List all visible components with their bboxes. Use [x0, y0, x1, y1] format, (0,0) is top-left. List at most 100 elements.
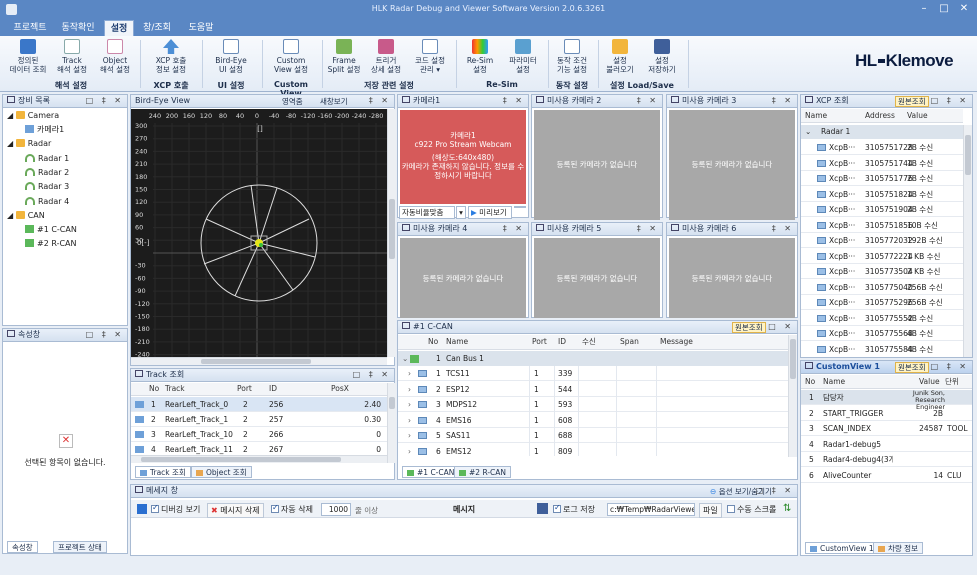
customview-row[interactable]: 5 Radar4-debug4(3개): [801, 452, 972, 468]
expand-chevron-icon[interactable]: ›: [408, 444, 411, 456]
panel-controls[interactable]: □ ‡ ✕: [756, 485, 794, 497]
xcp-row[interactable]: XcpB··· 3105751728 2B 수신: [801, 140, 963, 155]
camera-fit-mode-select[interactable]: 자동비율맞춤: [399, 206, 455, 219]
panel-controls[interactable]: ‡ ✕: [503, 223, 525, 235]
panel-controls[interactable]: ‡ ✕: [637, 223, 659, 235]
defined-data-button[interactable]: 정의된 데이터 조회: [6, 39, 50, 74]
debug-view-checkbox[interactable]: 디버깅 보기: [151, 503, 200, 515]
birdeye-vscroll[interactable]: [387, 109, 396, 357]
panel-controls[interactable]: ‡ ✕: [637, 95, 659, 107]
customview-row[interactable]: 3 SCAN_INDEX 24587 TOOL: [801, 421, 972, 437]
operation-condition-button[interactable]: 동작 조건 기능 설정: [552, 39, 592, 74]
load-settings-button[interactable]: 설정 불러오기: [602, 39, 638, 74]
trigger-detail-button[interactable]: 트리거 상세 설정: [366, 39, 406, 74]
frame-split-button[interactable]: Frame Split 설정: [326, 39, 362, 74]
expand-chevron-icon[interactable]: ›: [408, 366, 411, 381]
track-row[interactable]: 1 RearLeft_Track_0 2 256 2.40: [131, 397, 387, 412]
track-row[interactable]: 3 RearLeft_Track_10 2 266 0: [131, 427, 387, 442]
tab-object-view[interactable]: Object 조회: [191, 466, 252, 478]
log-path-input[interactable]: c:₩Temp₩RadarViewer_L: [607, 503, 695, 516]
can-row[interactable]: › 2 ESP12 1 544: [398, 382, 788, 397]
tree-item-radar[interactable]: ◢ Radar: [7, 137, 51, 151]
log-save-checkbox[interactable]: 로그 저장: [553, 503, 595, 515]
tree-item-ccan[interactable]: #1 C-CAN: [25, 223, 77, 237]
save-settings-button[interactable]: 설정 저장하기: [642, 39, 682, 74]
xcp-row[interactable]: XcpB··· 3105751776 2B 수신: [801, 171, 963, 186]
tab-project-status[interactable]: 프로젝트 상태: [53, 541, 107, 553]
track-vscroll[interactable]: [387, 383, 396, 463]
code-settings-button[interactable]: 코드 설정 관리 ▾: [410, 39, 450, 74]
can-row[interactable]: › 3 MDPS12 1 593: [398, 397, 788, 413]
customview-row[interactable]: 4 Radar1-debug5: [801, 437, 972, 452]
tab-vehicle-info[interactable]: 차량 정보: [873, 542, 923, 554]
tree-item-radar4[interactable]: Radar 4: [25, 195, 69, 209]
tree-item-camera[interactable]: ◢ Camera: [7, 109, 59, 123]
can-raw-view-button[interactable]: 원본조회: [732, 322, 766, 333]
tab-track-view[interactable]: Track 조회: [135, 466, 191, 478]
can-row[interactable]: › 4 EMS16 1 608: [398, 413, 788, 428]
xcp-row[interactable]: XcpB··· 3105751824 1B 수신: [801, 187, 963, 202]
resim-settings-button[interactable]: Re-Sim 설정: [462, 39, 498, 74]
panel-controls[interactable]: □ ✕: [768, 321, 794, 333]
xcp-row[interactable]: XcpB··· 3105751904 2B 수신: [801, 202, 963, 217]
track-analysis-button[interactable]: Track 해석 설정: [52, 39, 92, 74]
tree-item-radar1[interactable]: Radar 1: [25, 152, 69, 166]
minimize-icon[interactable]: –: [918, 3, 930, 15]
file-button[interactable]: 파일: [699, 503, 722, 518]
tree-item-radar3[interactable]: Radar 3: [25, 180, 69, 194]
tab-operation-check[interactable]: 동작확인: [56, 20, 100, 36]
line-count-input[interactable]: 1000: [321, 503, 351, 516]
can-row[interactable]: › 5 SAS11 1 688: [398, 428, 788, 444]
camera-view[interactable]: 등록된 카메라가 없습니다: [534, 238, 660, 318]
camera-view[interactable]: 등록된 카메라가 없습니다: [400, 238, 526, 318]
tab-rcan[interactable]: #2 R-CAN: [454, 466, 512, 478]
expand-chevron-icon[interactable]: ›: [408, 382, 411, 397]
tree-item-can[interactable]: ◢ CAN: [7, 209, 45, 223]
panel-controls[interactable]: □ ‡ ✕: [353, 369, 391, 381]
panel-controls[interactable]: ‡ ✕: [772, 223, 794, 235]
camera-view[interactable]: 등록된 카메라가 없습니다: [534, 110, 660, 220]
track-row[interactable]: 2 RearLeft_Track_1 2 257 0.30: [131, 412, 387, 427]
birdeye-ui-button[interactable]: Bird-Eye UI 설정: [208, 39, 254, 74]
customview-row[interactable]: 6 AliveCounter 14 CLU: [801, 468, 972, 483]
xcp-row[interactable]: XcpB··· 3105775568 4B 수신: [801, 326, 963, 341]
panel-controls[interactable]: □ ‡ ✕: [86, 95, 124, 107]
parameter-settings-button[interactable]: 파라미터 설정: [504, 39, 542, 74]
custom-view-button[interactable]: Custom View 설정: [268, 39, 314, 74]
track-hscroll[interactable]: [131, 455, 387, 463]
panel-controls[interactable]: ‡ ✕: [369, 95, 391, 107]
tab-settings[interactable]: 설정: [104, 20, 134, 36]
camera-preview-button[interactable]: ▶ 미리보기: [468, 206, 512, 219]
panel-controls[interactable]: □ ‡ ✕: [931, 361, 969, 373]
xcp-call-button[interactable]: XCP 호출 정보 설정: [148, 39, 194, 74]
xcp-row[interactable]: XcpB··· 3105775584 4B 수신: [801, 342, 963, 356]
tree-item-camera1[interactable]: 카메라1: [25, 123, 64, 137]
panel-controls[interactable]: ‡ ✕: [503, 95, 525, 107]
xcp-row[interactable]: XcpB··· 3105775552 4B 수신: [801, 311, 963, 326]
can-row[interactable]: › 6 EMS12 1 809: [398, 444, 788, 456]
xcp-group-row[interactable]: ⌄ Radar 1: [801, 125, 963, 139]
tab-window-view[interactable]: 창/조회: [138, 20, 176, 36]
customview-row[interactable]: 1 담당자 Junik Son, Research Engineer: [801, 390, 972, 411]
tab-customview1[interactable]: CustomView 1: [805, 542, 879, 554]
panel-controls[interactable]: ‡ ✕: [772, 95, 794, 107]
camera-view[interactable]: 등록된 카메라가 없습니다: [669, 238, 795, 318]
xcp-raw-view-button[interactable]: 원본조회: [895, 96, 929, 107]
can-vscroll[interactable]: [788, 335, 797, 457]
save-log-icon[interactable]: [537, 503, 548, 514]
new-window-button[interactable]: 새창보기: [317, 96, 351, 107]
panel-controls[interactable]: □ ‡ ✕: [931, 95, 969, 107]
tab-help[interactable]: 도움말: [182, 20, 220, 36]
tree-item-radar2[interactable]: Radar 2: [25, 166, 69, 180]
xcp-row[interactable]: XcpB··· 3105775296 256B 수신: [801, 295, 963, 310]
xcp-row[interactable]: XcpB··· 3105751744 1B 수신: [801, 156, 963, 171]
maximize-icon[interactable]: □: [938, 3, 950, 15]
xcp-vscroll[interactable]: [963, 125, 972, 357]
scroll-arrows-icon[interactable]: ⇅: [783, 503, 791, 514]
expand-chevron-icon[interactable]: ›: [408, 397, 411, 412]
customview-row[interactable]: 2 START_TRIGGER 2B: [801, 406, 972, 421]
tab-properties[interactable]: 속성창: [7, 541, 38, 553]
xcp-row[interactable]: XcpB··· 3105751856 10B 수신: [801, 218, 963, 233]
can-row[interactable]: › 1 TCS11 1 339: [398, 366, 788, 381]
xcp-row[interactable]: XcpB··· 3105775040 256B 수신: [801, 280, 963, 295]
